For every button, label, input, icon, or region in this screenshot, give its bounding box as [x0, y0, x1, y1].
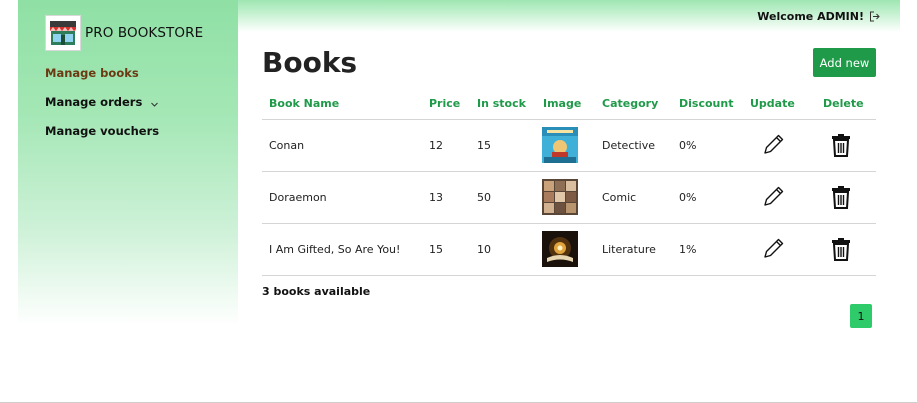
table-row: Conan 12 15 Detective 0% — [262, 120, 876, 172]
welcome-text: Welcome ADMIN! — [757, 10, 864, 23]
topbar: Welcome ADMIN! — [238, 0, 900, 32]
chevron-down-icon[interactable] — [150, 98, 159, 107]
book-stock: 10 — [477, 243, 491, 256]
sidebar: PRO BOOKSTORE Manage books Manage orders… — [18, 0, 238, 326]
sidebar-item-label: Manage books — [45, 66, 139, 80]
book-discount: 0% — [679, 139, 697, 152]
book-stock: 15 — [477, 139, 491, 152]
sidebar-item-manage-orders[interactable]: Manage orders — [45, 95, 159, 109]
column-header-in-stock[interactable]: In stock — [477, 97, 526, 110]
book-discount: 1% — [679, 243, 697, 256]
book-name: Conan — [269, 139, 305, 152]
book-category: Comic — [602, 191, 637, 204]
admin-page: PRO BOOKSTORE Manage books Manage orders… — [0, 0, 917, 403]
column-header-price[interactable]: Price — [429, 97, 460, 110]
column-header-image[interactable]: Image — [543, 97, 581, 110]
sidebar-item-label: Manage orders — [45, 95, 143, 109]
book-price: 15 — [429, 243, 443, 256]
book-category: Literature — [602, 243, 656, 256]
welcome-message: Welcome ADMIN! — [757, 10, 880, 23]
column-header-delete: Delete — [823, 97, 864, 110]
sidebar-item-label: Manage vouchers — [45, 124, 160, 138]
book-cover-image — [542, 231, 578, 267]
book-name: I Am Gifted, So Are You! — [269, 243, 401, 256]
trash-icon[interactable] — [828, 236, 854, 262]
logout-icon[interactable] — [869, 11, 880, 22]
column-header-discount[interactable]: Discount — [679, 97, 733, 110]
edit-icon[interactable] — [760, 132, 786, 158]
sidebar-item-manage-vouchers[interactable]: Manage vouchers — [45, 124, 159, 138]
book-cover-image — [542, 179, 578, 215]
books-table: Book Name Price In stock Image Category … — [262, 91, 876, 276]
book-name: Doraemon — [269, 191, 327, 204]
trash-icon[interactable] — [828, 184, 854, 210]
book-category: Detective — [602, 139, 656, 152]
page-title: Books — [262, 46, 358, 79]
table-row: I Am Gifted, So Are You! 15 10 Literatur… — [262, 224, 876, 276]
book-discount: 0% — [679, 191, 697, 204]
edit-icon[interactable] — [760, 184, 786, 210]
sidebar-item-manage-books[interactable]: Manage books — [45, 66, 139, 80]
add-new-button[interactable]: Add new — [813, 48, 876, 77]
edit-icon[interactable] — [760, 236, 786, 262]
book-price: 13 — [429, 191, 443, 204]
book-price: 12 — [429, 139, 443, 152]
table-header: Book Name Price In stock Image Category … — [262, 91, 876, 120]
table-row: Doraemon 13 50 Comic 0% — [262, 172, 876, 224]
column-header-category[interactable]: Category — [602, 97, 658, 110]
brand-name: PRO BOOKSTORE — [85, 25, 204, 41]
store-icon — [45, 15, 81, 51]
column-header-update: Update — [750, 97, 795, 110]
pagination-page-1[interactable]: 1 — [850, 304, 872, 328]
column-header-book-name[interactable]: Book Name — [269, 97, 339, 110]
brand[interactable]: PRO BOOKSTORE — [45, 15, 203, 51]
book-cover-image — [542, 127, 578, 163]
books-count: 3 books available — [262, 285, 371, 298]
book-stock: 50 — [477, 191, 491, 204]
trash-icon[interactable] — [828, 132, 854, 158]
